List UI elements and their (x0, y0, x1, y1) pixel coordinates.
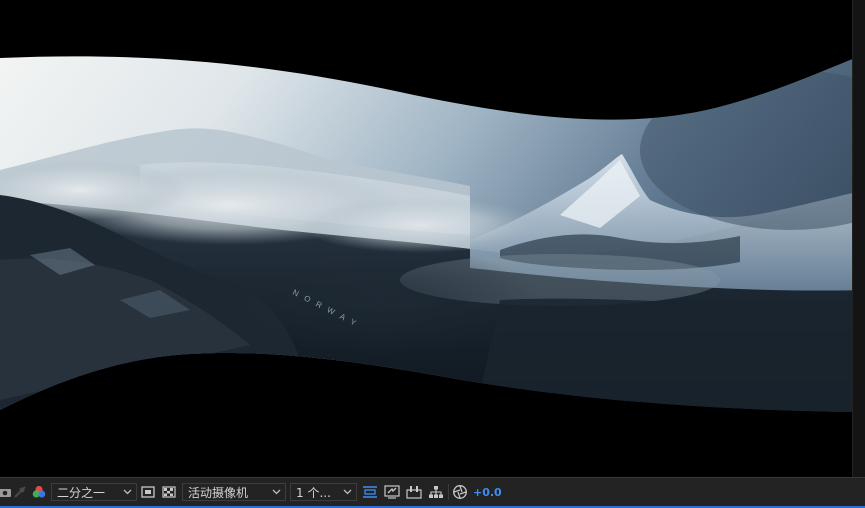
region-of-interest-button[interactable] (139, 483, 157, 501)
show-snapshot-icon (11, 483, 29, 501)
reset-exposure-button[interactable] (451, 483, 469, 501)
fast-preview-icon (361, 483, 379, 501)
channel-button[interactable] (30, 483, 48, 501)
comp-flowchart-icon (405, 483, 423, 501)
warped-footage-layer: NORWAY (0, 56, 855, 412)
transparency-grid-icon (160, 483, 178, 501)
flowchart-button[interactable] (427, 483, 445, 501)
fast-preview-button[interactable] (361, 483, 379, 501)
camera-dropdown[interactable]: 活动摄像机 (182, 483, 286, 501)
views-dropdown[interactable]: 1 个... (290, 483, 357, 501)
rgb-channel-icon (30, 483, 48, 501)
transparency-grid-button[interactable] (160, 483, 178, 501)
comp-flowchart-button[interactable] (405, 483, 423, 501)
show-snapshot-button[interactable] (11, 483, 29, 501)
flowchart-icon (427, 483, 445, 501)
chevron-down-icon (268, 489, 281, 495)
viewer-toolbar: 二分之一 活动摄像机 1 个... +0.0 (0, 477, 865, 508)
composition-viewer[interactable]: NORWAY (0, 0, 865, 477)
region-of-interest-icon (139, 483, 157, 501)
camera-value: 活动摄像机 (188, 485, 249, 500)
reset-exposure-icon (451, 483, 469, 501)
exposure-value-text: +0.0 (473, 485, 502, 499)
exposure-value[interactable]: +0.0 (473, 483, 502, 501)
resolution-value: 二分之一 (57, 485, 106, 500)
chevron-down-icon (339, 489, 352, 495)
resolution-dropdown[interactable]: 二分之一 (51, 483, 137, 501)
views-value: 1 个... (296, 485, 331, 500)
timeline-button[interactable] (383, 483, 401, 501)
chevron-down-icon (119, 489, 132, 495)
viewer-scrollbar[interactable] (852, 0, 865, 477)
toolbar-separator (448, 484, 449, 500)
timeline-icon (383, 483, 401, 501)
